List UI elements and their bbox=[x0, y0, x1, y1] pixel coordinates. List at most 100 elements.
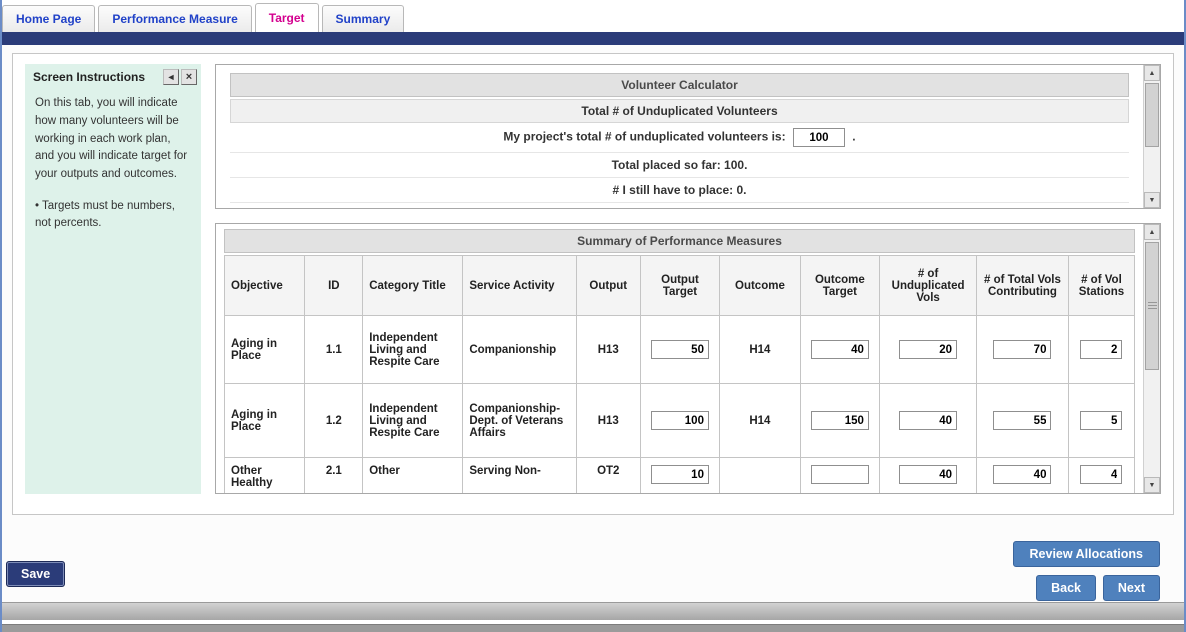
tab-performance-measure-label: Performance Measure bbox=[112, 12, 237, 26]
cell-outcome bbox=[720, 458, 800, 494]
calculator-scrollbar[interactable]: ▲ ▼ bbox=[1143, 65, 1160, 208]
table-row: Aging in Place 1.1 Independent Living an… bbox=[225, 316, 1135, 384]
close-icon[interactable]: × bbox=[181, 69, 197, 85]
table-row: Other Healthy 2.1 Other Serving Non- OT2 bbox=[225, 458, 1135, 494]
table-scrollbar-thumb[interactable] bbox=[1145, 242, 1159, 370]
cell-activity: Companionship-Dept. of Veterans Affairs bbox=[463, 384, 576, 458]
total-vols-input[interactable] bbox=[993, 340, 1051, 359]
unduplicated-volunteers-row: My project's total # of unduplicated vol… bbox=[230, 123, 1129, 153]
collapse-left-icon[interactable]: ◄ bbox=[163, 69, 179, 85]
col-total-vols: # of Total Vols Contributing bbox=[977, 256, 1069, 316]
col-outcome-target: Outcome Target bbox=[800, 256, 879, 316]
col-outcome: Outcome bbox=[720, 256, 800, 316]
workspace: Screen Instructions ◄ × On this tab, you… bbox=[2, 45, 1184, 602]
outcome-target-input[interactable] bbox=[811, 340, 869, 359]
outcome-target-input[interactable] bbox=[811, 465, 869, 484]
cell-id: 1.1 bbox=[305, 316, 363, 384]
scroll-up-icon[interactable]: ▲ bbox=[1144, 65, 1160, 81]
scroll-down-icon[interactable]: ▼ bbox=[1144, 477, 1160, 493]
tab-bar: Home Page Performance Measure Target Sum… bbox=[2, 0, 1184, 32]
cell-id: 1.2 bbox=[305, 384, 363, 458]
performance-measures-title: Summary of Performance Measures bbox=[224, 229, 1135, 253]
cell-objective: Aging in Place bbox=[225, 316, 305, 384]
table-scrollbar-track[interactable] bbox=[1144, 240, 1160, 477]
review-allocations-button[interactable]: Review Allocations bbox=[1013, 541, 1160, 567]
cell-objective: Other Healthy bbox=[225, 458, 305, 494]
tab-home-page[interactable]: Home Page bbox=[2, 5, 95, 32]
app-window: Home Page Performance Measure Target Sum… bbox=[0, 0, 1186, 632]
vol-stations-input[interactable] bbox=[1080, 340, 1122, 359]
unduplicated-volunteers-input[interactable] bbox=[793, 128, 845, 147]
cell-id: 2.1 bbox=[305, 458, 363, 494]
table-header-row: Objective ID Category Title Service Acti… bbox=[225, 256, 1135, 316]
total-vols-input[interactable] bbox=[993, 465, 1051, 484]
cell-outcome: H14 bbox=[720, 316, 800, 384]
outcome-target-input[interactable] bbox=[811, 411, 869, 430]
cell-objective: Aging in Place bbox=[225, 384, 305, 458]
content-panel: Screen Instructions ◄ × On this tab, you… bbox=[12, 53, 1174, 515]
scroll-up-icon[interactable]: ▲ bbox=[1144, 224, 1160, 240]
tab-target-label: Target bbox=[269, 11, 305, 25]
col-objective: Objective bbox=[225, 256, 305, 316]
screen-instructions-header: Screen Instructions ◄ × bbox=[25, 64, 201, 87]
col-category-title: Category Title bbox=[363, 256, 463, 316]
output-target-input[interactable] bbox=[651, 411, 709, 430]
volunteer-calculator-title: Volunteer Calculator bbox=[230, 73, 1129, 97]
volunteer-calculator-content: Volunteer Calculator Total # of Unduplic… bbox=[216, 65, 1143, 208]
col-id: ID bbox=[305, 256, 363, 316]
main-area: Volunteer Calculator Total # of Unduplic… bbox=[215, 64, 1161, 504]
tab-summary[interactable]: Summary bbox=[322, 5, 405, 32]
back-button[interactable]: Back bbox=[1036, 575, 1096, 601]
cell-output: OT2 bbox=[576, 458, 640, 494]
performance-measures-table: Objective ID Category Title Service Acti… bbox=[224, 255, 1135, 493]
cell-category: Independent Living and Respite Care bbox=[363, 384, 463, 458]
save-button[interactable]: Save bbox=[6, 561, 65, 587]
scroll-down-icon[interactable]: ▼ bbox=[1144, 192, 1160, 208]
col-output: Output bbox=[576, 256, 640, 316]
tab-home-page-label: Home Page bbox=[16, 12, 81, 26]
scrollbar-grip-icon bbox=[1148, 302, 1157, 309]
total-vols-input[interactable] bbox=[993, 411, 1051, 430]
tab-performance-measure[interactable]: Performance Measure bbox=[98, 5, 251, 32]
table-scrollbar[interactable]: ▲ ▼ bbox=[1143, 224, 1160, 493]
vol-stations-input[interactable] bbox=[1080, 411, 1122, 430]
col-vol-stations: # of Vol Stations bbox=[1068, 256, 1134, 316]
col-service-activity: Service Activity bbox=[463, 256, 576, 316]
cell-output: H13 bbox=[576, 384, 640, 458]
col-output-target: Output Target bbox=[640, 256, 719, 316]
unduplicated-volunteers-label: My project's total # of unduplicated vol… bbox=[503, 130, 785, 144]
screen-instructions-panel: Screen Instructions ◄ × On this tab, you… bbox=[25, 64, 201, 494]
unduplicated-volunteers-suffix: . bbox=[852, 130, 855, 144]
performance-measures-content: Summary of Performance Measures Objectiv… bbox=[216, 224, 1143, 493]
screen-instructions-title: Screen Instructions bbox=[33, 70, 161, 84]
vol-stations-input[interactable] bbox=[1080, 465, 1122, 484]
header-accent-bar bbox=[2, 32, 1184, 45]
cell-category: Independent Living and Respite Care bbox=[363, 316, 463, 384]
calculator-scrollbar-track[interactable] bbox=[1144, 81, 1160, 192]
status-bar bbox=[2, 602, 1184, 620]
cell-activity: Companionship bbox=[463, 316, 576, 384]
still-to-place-text: # I still have to place: 0. bbox=[230, 178, 1129, 203]
total-placed-text: Total placed so far: 100. bbox=[230, 153, 1129, 178]
unduplicated-vols-input[interactable] bbox=[899, 340, 957, 359]
calculator-scrollbar-thumb[interactable] bbox=[1145, 83, 1159, 147]
tab-summary-label: Summary bbox=[336, 12, 391, 26]
output-target-input[interactable] bbox=[651, 465, 709, 484]
tab-target[interactable]: Target bbox=[255, 3, 319, 32]
cell-output: H13 bbox=[576, 316, 640, 384]
table-row: Aging in Place 1.2 Independent Living an… bbox=[225, 384, 1135, 458]
window-bottom-edge bbox=[2, 624, 1184, 632]
cell-activity: Serving Non- bbox=[463, 458, 576, 494]
col-unduplicated-vols: # of Unduplicated Vols bbox=[880, 256, 977, 316]
screen-instructions-note: • Targets must be numbers, not percents. bbox=[25, 192, 201, 239]
unduplicated-vols-input[interactable] bbox=[899, 465, 957, 484]
cell-category: Other bbox=[363, 458, 463, 494]
unduplicated-volunteers-subtitle: Total # of Unduplicated Volunteers bbox=[230, 99, 1129, 123]
unduplicated-vols-input[interactable] bbox=[899, 411, 957, 430]
performance-measures-section: Summary of Performance Measures Objectiv… bbox=[215, 223, 1161, 494]
screen-instructions-body: On this tab, you will indicate how many … bbox=[25, 87, 201, 192]
next-button[interactable]: Next bbox=[1103, 575, 1160, 601]
output-target-input[interactable] bbox=[651, 340, 709, 359]
volunteer-calculator-section: Volunteer Calculator Total # of Unduplic… bbox=[215, 64, 1161, 209]
cell-outcome: H14 bbox=[720, 384, 800, 458]
